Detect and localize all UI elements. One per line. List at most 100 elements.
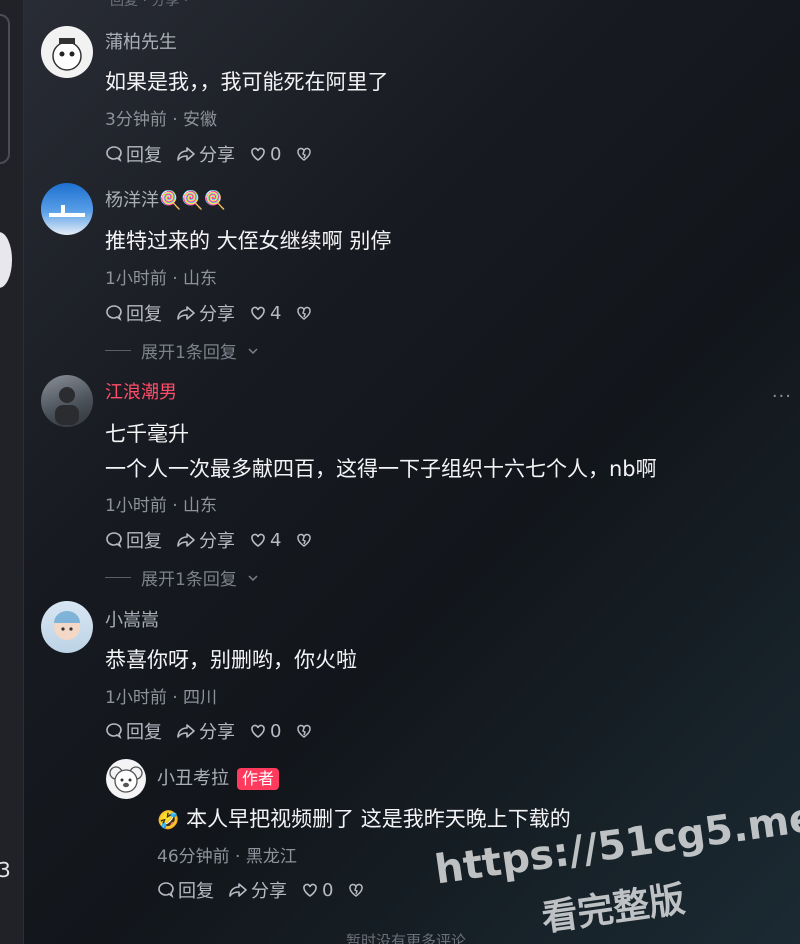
heart-icon: [251, 724, 265, 738]
comment-text: 推特过来的 大侄女继续啊 别停: [105, 229, 392, 253]
reply-meta: 46分钟前 · 黑龙江: [157, 847, 297, 867]
divider: [105, 350, 131, 351]
comment-bubble-icon: [158, 882, 174, 898]
reply-text: 本人早把视频删了 这是我昨天晚上下载的: [186, 807, 571, 831]
reply-username[interactable]: 小丑考拉: [157, 768, 229, 789]
reply-label: 回复: [126, 722, 162, 743]
expand-replies-button[interactable]: 展开1条回复: [105, 338, 259, 363]
avatar[interactable]: [41, 601, 93, 653]
comment-bubble-icon: [106, 532, 122, 548]
divider: [105, 577, 131, 578]
comment-meta: 1小时前 · 山东: [105, 496, 218, 516]
share-button[interactable]: 分享: [176, 718, 235, 744]
share-label: 分享: [199, 531, 235, 552]
reply-label: 回复: [126, 304, 162, 325]
share-label: 分享: [199, 304, 235, 325]
avatar-koala-icon: [109, 766, 143, 793]
broken-heart-icon: [349, 883, 364, 897]
expand-label: 展开1条回复: [141, 343, 237, 363]
comment-username[interactable]: 小嵩嵩: [105, 606, 159, 632]
avatar[interactable]: [106, 759, 146, 799]
like-count: 0: [270, 720, 282, 742]
avatar-panda-icon: [52, 38, 82, 71]
like-count: 4: [270, 529, 282, 551]
share-label: 分享: [199, 145, 235, 166]
more-options-icon[interactable]: ···: [772, 386, 792, 407]
reply-label: 回复: [178, 881, 214, 902]
chevron-down-icon: [248, 347, 258, 354]
reply-label: 回复: [126, 531, 162, 552]
comment-list: 蒲柏先生 如果是我，，我可能死在阿里了 3分钟前 · 安徽 回复 分享 0 杨洋…: [0, 0, 800, 944]
dislike-button[interactable]: [295, 304, 313, 322]
heart-icon: [303, 883, 317, 897]
like-count: 0: [270, 143, 282, 165]
comment-text: 恭喜你呀，别删哟，你火啦: [105, 648, 357, 672]
like-count: 4: [270, 302, 282, 324]
like-count: 0: [322, 879, 334, 901]
avatar[interactable]: [41, 26, 93, 78]
like-button[interactable]: 0: [301, 880, 333, 901]
comment-bubble-icon: [106, 146, 122, 162]
share-button[interactable]: 分享: [176, 141, 235, 167]
heart-icon: [251, 306, 265, 320]
heart-icon: [251, 533, 265, 547]
comment-text: 一个人一次最多献四百，这得一下子组织十六七个人，nb啊: [105, 457, 657, 481]
reply-button[interactable]: 回复: [105, 527, 162, 553]
comment-bubble-icon: [106, 723, 122, 739]
like-button[interactable]: 4: [249, 303, 281, 324]
dislike-button[interactable]: [295, 531, 313, 549]
comment-username[interactable]: 江浪潮男: [105, 378, 177, 404]
share-arrow-icon: [177, 147, 195, 161]
dislike-button[interactable]: [295, 722, 313, 740]
comment-actions: 回复 分享 0: [105, 718, 313, 744]
share-button[interactable]: 分享: [228, 877, 287, 903]
share-button[interactable]: 分享: [176, 300, 235, 326]
comment-actions: 回复 分享 0: [105, 141, 313, 167]
broken-heart-icon: [297, 306, 312, 320]
reply-button[interactable]: 回复: [157, 877, 214, 903]
comment-actions: 回复 分享 4: [105, 300, 313, 326]
broken-heart-icon: [297, 147, 312, 161]
comment-meta: 3分钟前 · 安徽: [105, 110, 218, 130]
reply-button[interactable]: 回复: [105, 718, 162, 744]
reply-button[interactable]: 回复: [105, 141, 162, 167]
comment-bubble-icon: [106, 305, 122, 321]
dislike-button[interactable]: [295, 145, 313, 163]
reply-text-row: 🤣 本人早把视频删了 这是我昨天晚上下载的: [157, 803, 571, 833]
avatar[interactable]: [41, 183, 93, 235]
comment-text: 七千毫升: [105, 422, 189, 446]
avatar-landscape-icon: [49, 205, 85, 217]
comment-meta: 1小时前 · 山东: [105, 269, 218, 289]
avatar-baby-icon: [54, 611, 80, 640]
expand-label: 展开1条回复: [141, 570, 237, 590]
reply-label: 回复: [126, 145, 162, 166]
comment-meta: 1小时前 · 四川: [105, 688, 218, 708]
comment-username[interactable]: 蒲柏先生: [105, 28, 177, 54]
dislike-button[interactable]: [347, 881, 365, 899]
author-badge: 作者: [237, 768, 280, 790]
like-button[interactable]: 0: [249, 721, 281, 742]
share-label: 分享: [251, 881, 287, 902]
share-arrow-icon: [177, 306, 195, 320]
reply-button[interactable]: 回复: [105, 300, 162, 326]
comment-username[interactable]: 杨洋洋🍭🍭🍭: [105, 186, 226, 212]
broken-heart-icon: [297, 533, 312, 547]
share-button[interactable]: 分享: [176, 527, 235, 553]
like-button[interactable]: 0: [249, 144, 281, 165]
avatar[interactable]: [41, 375, 93, 427]
no-more-comments-text: 暂时没有更多评论: [346, 932, 467, 944]
laughing-emoji-icon: 🤣: [157, 810, 180, 831]
expand-replies-button[interactable]: 展开1条回复: [105, 565, 259, 590]
share-arrow-icon: [177, 724, 195, 738]
share-arrow-icon: [229, 883, 247, 897]
comment-text: 如果是我，，我可能死在阿里了: [105, 70, 389, 94]
comment-actions: 回复 分享 4: [105, 527, 313, 553]
broken-heart-icon: [297, 724, 312, 738]
reply-username-row: 小丑考拉 作者: [157, 764, 280, 790]
avatar-person-icon: [55, 387, 79, 425]
share-arrow-icon: [177, 533, 195, 547]
chevron-down-icon: [248, 574, 258, 581]
heart-icon: [251, 147, 265, 161]
like-button[interactable]: 4: [249, 530, 281, 551]
share-label: 分享: [199, 722, 235, 743]
